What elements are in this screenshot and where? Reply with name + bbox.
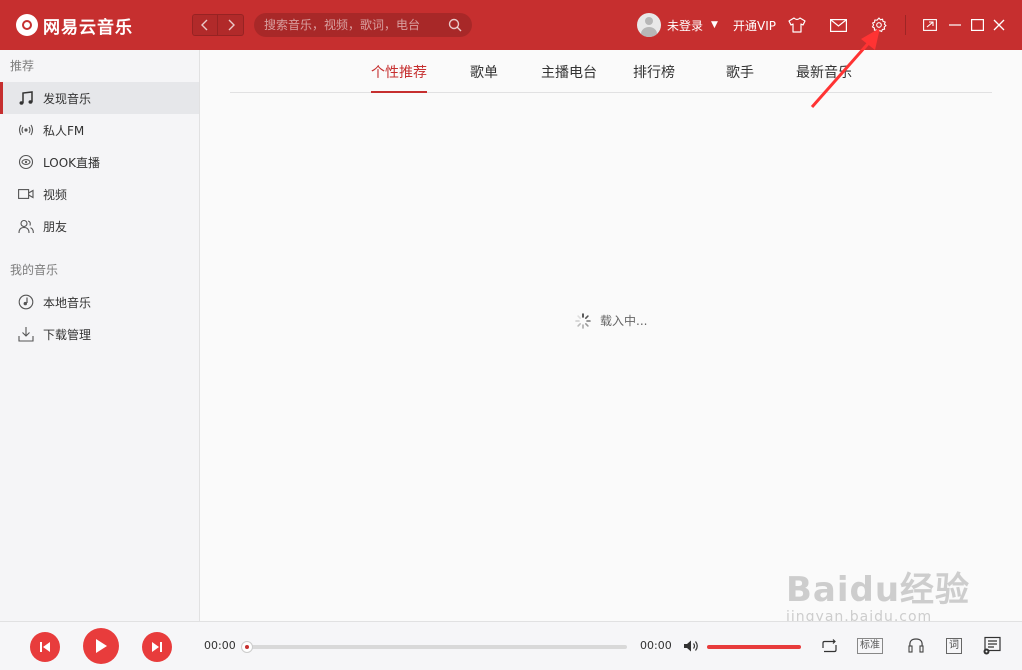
discover-tabs: 个性推荐 歌单 主播电台 排行榜 歌手 最新音乐 [230,50,992,93]
chevron-right-icon [228,19,235,31]
current-time: 00:00 [204,639,236,652]
sidebar-item-discover-music[interactable]: 发现音乐 [0,82,199,114]
search-icon[interactable] [448,18,462,32]
close-icon [993,19,1005,31]
loading-text: 载入中... [600,314,648,328]
play-icon [96,639,107,653]
friends-icon [18,218,34,234]
loading-indicator: 载入中... [575,312,647,329]
sidebar-item-private-fm[interactable]: 私人FM [0,114,199,146]
previous-button[interactable] [30,632,60,662]
maximize-button[interactable] [967,15,987,35]
avatar[interactable] [637,13,661,37]
titlebar-divider [905,15,906,35]
volume-slider[interactable] [707,645,801,649]
mail-icon [829,18,847,32]
download-icon [18,326,34,342]
sound-effect-icon [908,638,924,653]
sidebar-item-label: 朋友 [43,219,68,234]
sidebar-item-video[interactable]: 视频 [0,178,199,210]
player-bar: 00:00 00:00 标准 词 [0,621,1022,670]
tab-new-music[interactable]: 最新音乐 [796,62,852,93]
volume-icon [683,640,698,652]
back-button[interactable] [192,14,218,36]
lyrics-button[interactable]: 词 [946,638,962,654]
mini-mode-button[interactable] [920,15,940,35]
sidebar: 推荐 发现音乐 私人FM LOOK直播 视频 朋友 我的音乐 本地音乐 下载管理 [0,50,200,621]
playlist-icon [983,636,1001,655]
watermark-brand: Baidu经验 [786,570,971,610]
search-input[interactable] [264,18,448,32]
main-content: 个性推荐 歌单 主播电台 排行榜 歌手 最新音乐 载入中... [201,50,1022,621]
section-title-my-music: 我的音乐 [10,263,59,277]
video-icon [18,186,34,202]
section-title-recommend: 推荐 [10,59,35,73]
title-bar: 网易云音乐 未登录 ▼ 开通VIP [0,0,1022,50]
quality-button[interactable]: 标准 [857,638,883,654]
sidebar-item-label: 下载管理 [43,327,92,342]
tab-charts[interactable]: 排行榜 [633,62,675,93]
next-icon [152,642,162,652]
loop-icon [821,638,837,652]
tshirt-icon [788,17,806,33]
netease-logo-icon [16,14,38,36]
radio-icon [18,122,34,138]
sidebar-item-label: 私人FM [43,123,85,138]
previous-icon [40,642,50,652]
close-button[interactable] [989,15,1009,35]
playlist-button[interactable] [981,636,1003,656]
sidebar-item-label: 本地音乐 [43,295,92,310]
tab-radio[interactable]: 主播电台 [541,62,597,93]
sound-effect-button[interactable] [906,636,926,656]
sidebar-item-download-manager[interactable]: 下载管理 [0,318,199,350]
app-title: 网易云音乐 [43,17,133,38]
watermark: Baidu经验 jingyan.baidu.com [786,562,970,625]
tab-personalized[interactable]: 个性推荐 [371,62,427,93]
app-logo[interactable]: 网易云音乐 [16,13,192,38]
sidebar-item-look-live[interactable]: LOOK直播 [0,146,199,178]
progress-knob[interactable] [241,641,253,653]
settings-button[interactable] [869,15,889,35]
vip-button[interactable]: 开通VIP [733,17,776,34]
messages-button[interactable] [828,15,848,35]
local-music-icon [18,294,34,310]
user-menu[interactable]: 未登录 ▼ [637,13,718,37]
forward-button[interactable] [218,14,244,36]
play-button[interactable] [83,628,119,664]
sidebar-item-label: 视频 [43,187,68,202]
live-icon [18,154,34,170]
sidebar-item-friends[interactable]: 朋友 [0,210,199,242]
sidebar-item-local-music[interactable]: 本地音乐 [0,286,199,318]
volume-button[interactable] [682,636,700,656]
loop-mode-button[interactable] [819,636,839,656]
history-nav [192,14,244,36]
music-note-icon [18,90,34,106]
sidebar-item-label: LOOK直播 [43,155,101,170]
maximize-icon [970,19,984,31]
search-box[interactable] [254,13,472,37]
tab-artists[interactable]: 歌手 [726,62,754,93]
next-button[interactable] [142,632,172,662]
spinner-icon [575,312,591,329]
tab-playlists[interactable]: 歌单 [470,62,498,93]
minimize-button[interactable] [945,15,965,35]
username[interactable]: 未登录 [667,17,703,34]
gear-icon [871,17,887,33]
sidebar-item-label: 发现音乐 [43,91,92,106]
skin-button[interactable] [787,15,807,35]
chevron-left-icon [201,19,208,31]
total-time: 00:00 [640,639,672,652]
minimize-icon [949,24,961,26]
caret-down-icon[interactable]: ▼ [711,20,718,30]
mini-mode-icon [923,19,937,31]
progress-bar[interactable] [241,641,627,653]
